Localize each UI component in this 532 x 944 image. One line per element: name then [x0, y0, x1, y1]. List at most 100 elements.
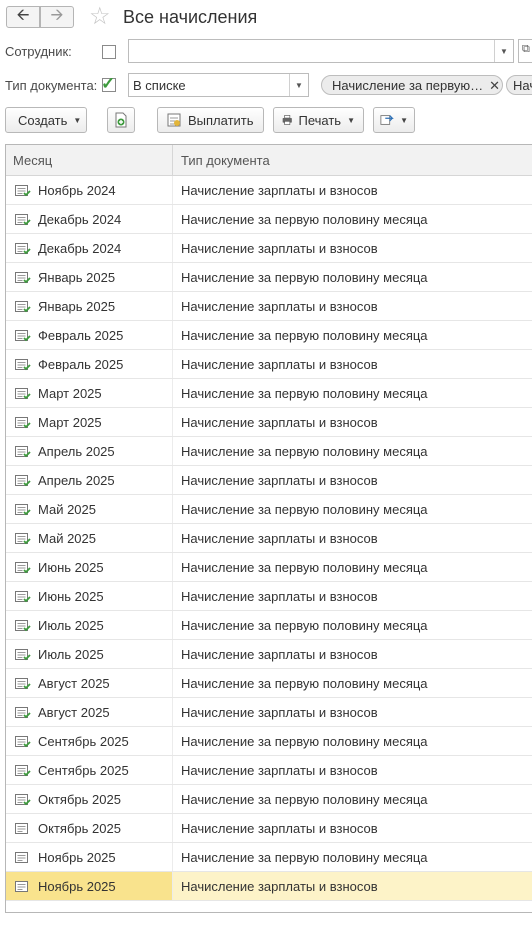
- print-button[interactable]: Печать ▼: [273, 107, 364, 133]
- employee-field[interactable]: ▼: [128, 39, 514, 63]
- posted-document-icon: [15, 475, 31, 487]
- table-row[interactable]: Май 2025 Начисление за первую половину ме…: [6, 495, 532, 524]
- table-row[interactable]: Июнь 2025 Начисление за первую половину м…: [6, 553, 532, 582]
- table-row[interactable]: Декабрь 2024 Начисление за первую половин…: [6, 205, 532, 234]
- doc-type-cell: Начисление за первую половину месяца: [181, 792, 428, 807]
- table-row[interactable]: Март 2025 Начисление за первую половину м…: [6, 379, 532, 408]
- table-row[interactable]: Январь 2025 Начисление зарплаты и взносов: [6, 292, 532, 321]
- chevron-down-icon: ▼: [347, 115, 355, 125]
- table-row[interactable]: Июль 2025 Начисление за первую половину м…: [6, 611, 532, 640]
- doc-type-cell: Начисление зарплаты и взносов: [181, 763, 378, 778]
- month-cell: Февраль 2025: [38, 328, 124, 343]
- posted-document-icon: [15, 243, 31, 255]
- employee-label: Сотрудник:: [5, 44, 72, 59]
- exchange-icon: [380, 115, 394, 125]
- doc-type-cell: Начисление за первую половину месяца: [181, 850, 428, 865]
- doc-type-cell: Начисление за первую половину месяца: [181, 560, 428, 575]
- copy-document-button[interactable]: [107, 107, 135, 133]
- back-button[interactable]: 🡨: [6, 6, 40, 28]
- doc-type-label: Тип документа:: [5, 78, 98, 93]
- column-separator: [172, 408, 173, 436]
- chevron-down-icon[interactable]: ▼: [494, 40, 513, 62]
- table-row[interactable]: Май 2025 Начисление зарплаты и взносов: [6, 524, 532, 553]
- column-separator: [172, 640, 173, 668]
- table-row[interactable]: Ноябрь 2025 Начисление зарплаты и взносов: [6, 872, 532, 901]
- chevron-down-icon: ▼: [400, 115, 408, 125]
- month-cell: Июль 2025: [38, 647, 104, 662]
- table-row[interactable]: Февраль 2025 Начисление за первую половин…: [6, 321, 532, 350]
- column-separator: [172, 756, 173, 784]
- table-row[interactable]: Сентябрь 2025 Начисление зарплаты и взнос…: [6, 756, 532, 785]
- open-employee-button[interactable]: ⧉: [518, 39, 532, 63]
- column-separator[interactable]: [172, 145, 173, 175]
- favorite-star-icon[interactable]: ☆: [89, 4, 111, 30]
- column-header-month[interactable]: Месяц: [13, 153, 52, 168]
- forward-button[interactable]: 🡪: [40, 6, 74, 28]
- table-row[interactable]: Август 2025 Начисление за первую половину…: [6, 669, 532, 698]
- month-cell: Февраль 2025: [38, 357, 124, 372]
- doc-type-tag[interactable]: Нач: [506, 75, 532, 95]
- posted-document-icon: [15, 214, 31, 226]
- doc-type-cell: Начисление зарплаты и взносов: [181, 647, 378, 662]
- page-title: Все начисления: [123, 7, 258, 27]
- doc-type-cell: Начисление зарплаты и взносов: [181, 879, 378, 894]
- create-button-label: Создать: [18, 112, 68, 128]
- doc-type-cell: Начисление зарплаты и взносов: [181, 705, 378, 720]
- table-row[interactable]: Апрель 2025 Начисление зарплаты и взносов: [6, 466, 532, 495]
- checkmark-icon: ✓: [101, 74, 116, 93]
- table-row[interactable]: Апрель 2025 Начисление за первую половину…: [6, 437, 532, 466]
- table-row[interactable]: Июль 2025 Начисление зарплаты и взносов: [6, 640, 532, 669]
- posted-document-icon: [15, 678, 31, 690]
- table-row[interactable]: Сентябрь 2025 Начисление за первую полови…: [6, 727, 532, 756]
- print-button-label: Печать: [298, 112, 342, 128]
- column-separator: [172, 350, 173, 378]
- doc-type-cell: Начисление зарплаты и взносов: [181, 357, 378, 372]
- column-separator: [172, 611, 173, 639]
- employee-filter-checkbox[interactable]: [102, 45, 116, 59]
- month-cell: Январь 2025: [38, 299, 116, 314]
- arrow-right-icon: 🡪: [50, 6, 64, 24]
- arrow-left-icon: 🡨: [16, 6, 30, 24]
- create-button[interactable]: Создать ▼: [5, 107, 87, 133]
- more-actions-button[interactable]: ▼: [373, 107, 415, 133]
- month-cell: Ноябрь 2024: [38, 183, 116, 198]
- month-cell: Август 2025: [38, 705, 110, 720]
- posted-document-icon: [15, 446, 31, 458]
- doc-type-tag-label: Нач: [513, 78, 532, 93]
- doc-type-cell: Начисление за первую половину месяца: [181, 444, 428, 459]
- doc-type-cell: Начисление за первую половину месяца: [181, 502, 428, 517]
- table-row[interactable]: Август 2025 Начисление зарплаты и взносов: [6, 698, 532, 727]
- documents-table[interactable]: Месяц Тип документа Ноябрь 2024 Начислени…: [5, 144, 532, 913]
- posted-document-icon: [15, 620, 31, 632]
- doc-type-cell: Начисление за первую половину месяца: [181, 734, 428, 749]
- table-row[interactable]: Ноябрь 2025 Начисление за первую половину…: [6, 843, 532, 872]
- posted-document-icon: [15, 562, 31, 574]
- column-separator: [172, 669, 173, 697]
- posted-document-icon: [15, 388, 31, 400]
- table-row[interactable]: Октябрь 2025 Начисление за первую половин…: [6, 785, 532, 814]
- doc-type-mode-select[interactable]: В списке ▼: [128, 73, 309, 97]
- month-cell: Октябрь 2025: [38, 821, 121, 836]
- month-cell: Декабрь 2024: [38, 241, 122, 256]
- month-cell: Октябрь 2025: [38, 792, 121, 807]
- table-row[interactable]: Декабрь 2024 Начисление зарплаты и взносо…: [6, 234, 532, 263]
- table-row[interactable]: Октябрь 2025 Начисление зарплаты и взносо…: [6, 814, 532, 843]
- doc-type-tag[interactable]: Начисление за первую… ✕: [321, 75, 503, 95]
- table-row[interactable]: Март 2025 Начисление зарплаты и взносов: [6, 408, 532, 437]
- month-cell: Сентябрь 2025: [38, 763, 129, 778]
- pay-button[interactable]: Выплатить: [157, 107, 264, 133]
- table-row[interactable]: Январь 2025 Начисление за первую половину…: [6, 263, 532, 292]
- chevron-down-icon[interactable]: ▼: [289, 74, 308, 96]
- table-row[interactable]: Февраль 2025 Начисление зарплаты и взносо…: [6, 350, 532, 379]
- posted-document-icon: [15, 794, 31, 806]
- table-row[interactable]: Июнь 2025 Начисление зарплаты и взносов: [6, 582, 532, 611]
- column-header-doc-type[interactable]: Тип документа: [181, 153, 270, 168]
- posted-document-icon: [15, 301, 31, 313]
- close-icon[interactable]: ✕: [489, 78, 500, 93]
- posted-document-icon: [15, 417, 31, 429]
- table-header: Месяц Тип документа: [6, 145, 532, 176]
- table-row[interactable]: Ноябрь 2024 Начисление зарплаты и взносов: [6, 176, 532, 205]
- posted-document-icon: [15, 765, 31, 777]
- posted-document-icon: [15, 330, 31, 342]
- column-separator: [172, 698, 173, 726]
